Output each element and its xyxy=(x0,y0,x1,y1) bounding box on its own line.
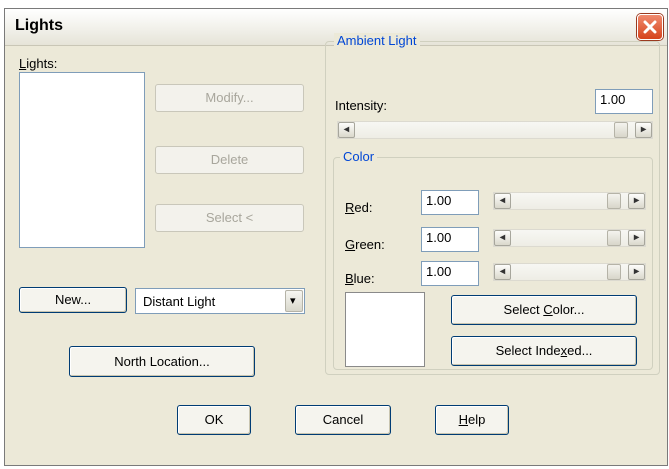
green-thumb[interactable] xyxy=(607,230,621,246)
scroll-right-icon[interactable]: ▸ xyxy=(628,193,645,209)
blue-thumb[interactable] xyxy=(607,264,621,280)
green-label: Green: xyxy=(345,237,385,252)
window-title: Lights xyxy=(15,17,63,34)
lights-listbox[interactable] xyxy=(19,72,145,248)
help-button[interactable]: Help xyxy=(435,405,509,435)
red-thumb[interactable] xyxy=(607,193,621,209)
lights-list-label: Lights: xyxy=(19,56,58,71)
color-group-title: Color xyxy=(340,149,378,164)
intensity-field[interactable]: 1.00 xyxy=(595,89,653,114)
new-button[interactable]: New... xyxy=(19,287,127,313)
red-field[interactable]: 1.00 xyxy=(421,190,479,215)
blue-label: Blue: xyxy=(345,271,375,286)
green-field[interactable]: 1.00 xyxy=(421,227,479,252)
close-button[interactable] xyxy=(637,14,663,40)
select-indexed-button[interactable]: Select Indexed... xyxy=(451,336,637,366)
scroll-right-icon[interactable]: ▸ xyxy=(635,122,652,138)
scroll-left-icon[interactable]: ◂ xyxy=(338,122,355,138)
light-type-select[interactable]: Distant Light ▾ xyxy=(135,288,305,314)
scroll-right-icon[interactable]: ▸ xyxy=(628,230,645,246)
blue-slider[interactable]: ◂ ▸ xyxy=(493,263,646,281)
red-label: Red: xyxy=(345,200,373,215)
chevron-down-icon: ▾ xyxy=(290,295,296,307)
intensity-slider[interactable]: ◂ ▸ xyxy=(337,121,653,139)
scroll-left-icon[interactable]: ◂ xyxy=(494,230,511,246)
lights-dialog: Lights Lights: Modify... Delete Select <… xyxy=(4,8,668,466)
delete-button[interactable]: Delete xyxy=(155,146,304,174)
light-type-value: Distant Light xyxy=(143,294,216,309)
dropdown-button[interactable]: ▾ xyxy=(285,290,303,312)
scroll-left-icon[interactable]: ◂ xyxy=(494,264,511,280)
ok-button[interactable]: OK xyxy=(177,405,251,435)
intensity-label: Intensity: xyxy=(335,98,388,113)
cancel-button[interactable]: Cancel xyxy=(295,405,391,435)
color-preview-swatch xyxy=(345,292,425,367)
intensity-thumb[interactable] xyxy=(614,122,628,138)
north-location-button[interactable]: North Location... xyxy=(69,346,255,377)
red-slider[interactable]: ◂ ▸ xyxy=(493,192,646,210)
ambient-light-title: Ambient Light xyxy=(334,33,420,48)
scroll-right-icon[interactable]: ▸ xyxy=(628,264,645,280)
blue-field[interactable]: 1.00 xyxy=(421,261,479,286)
modify-button[interactable]: Modify... xyxy=(155,84,304,112)
close-icon xyxy=(643,20,657,34)
select-button[interactable]: Select < xyxy=(155,204,304,232)
scroll-left-icon[interactable]: ◂ xyxy=(494,193,511,209)
select-color-button[interactable]: Select Color... xyxy=(451,295,637,325)
green-slider[interactable]: ◂ ▸ xyxy=(493,229,646,247)
